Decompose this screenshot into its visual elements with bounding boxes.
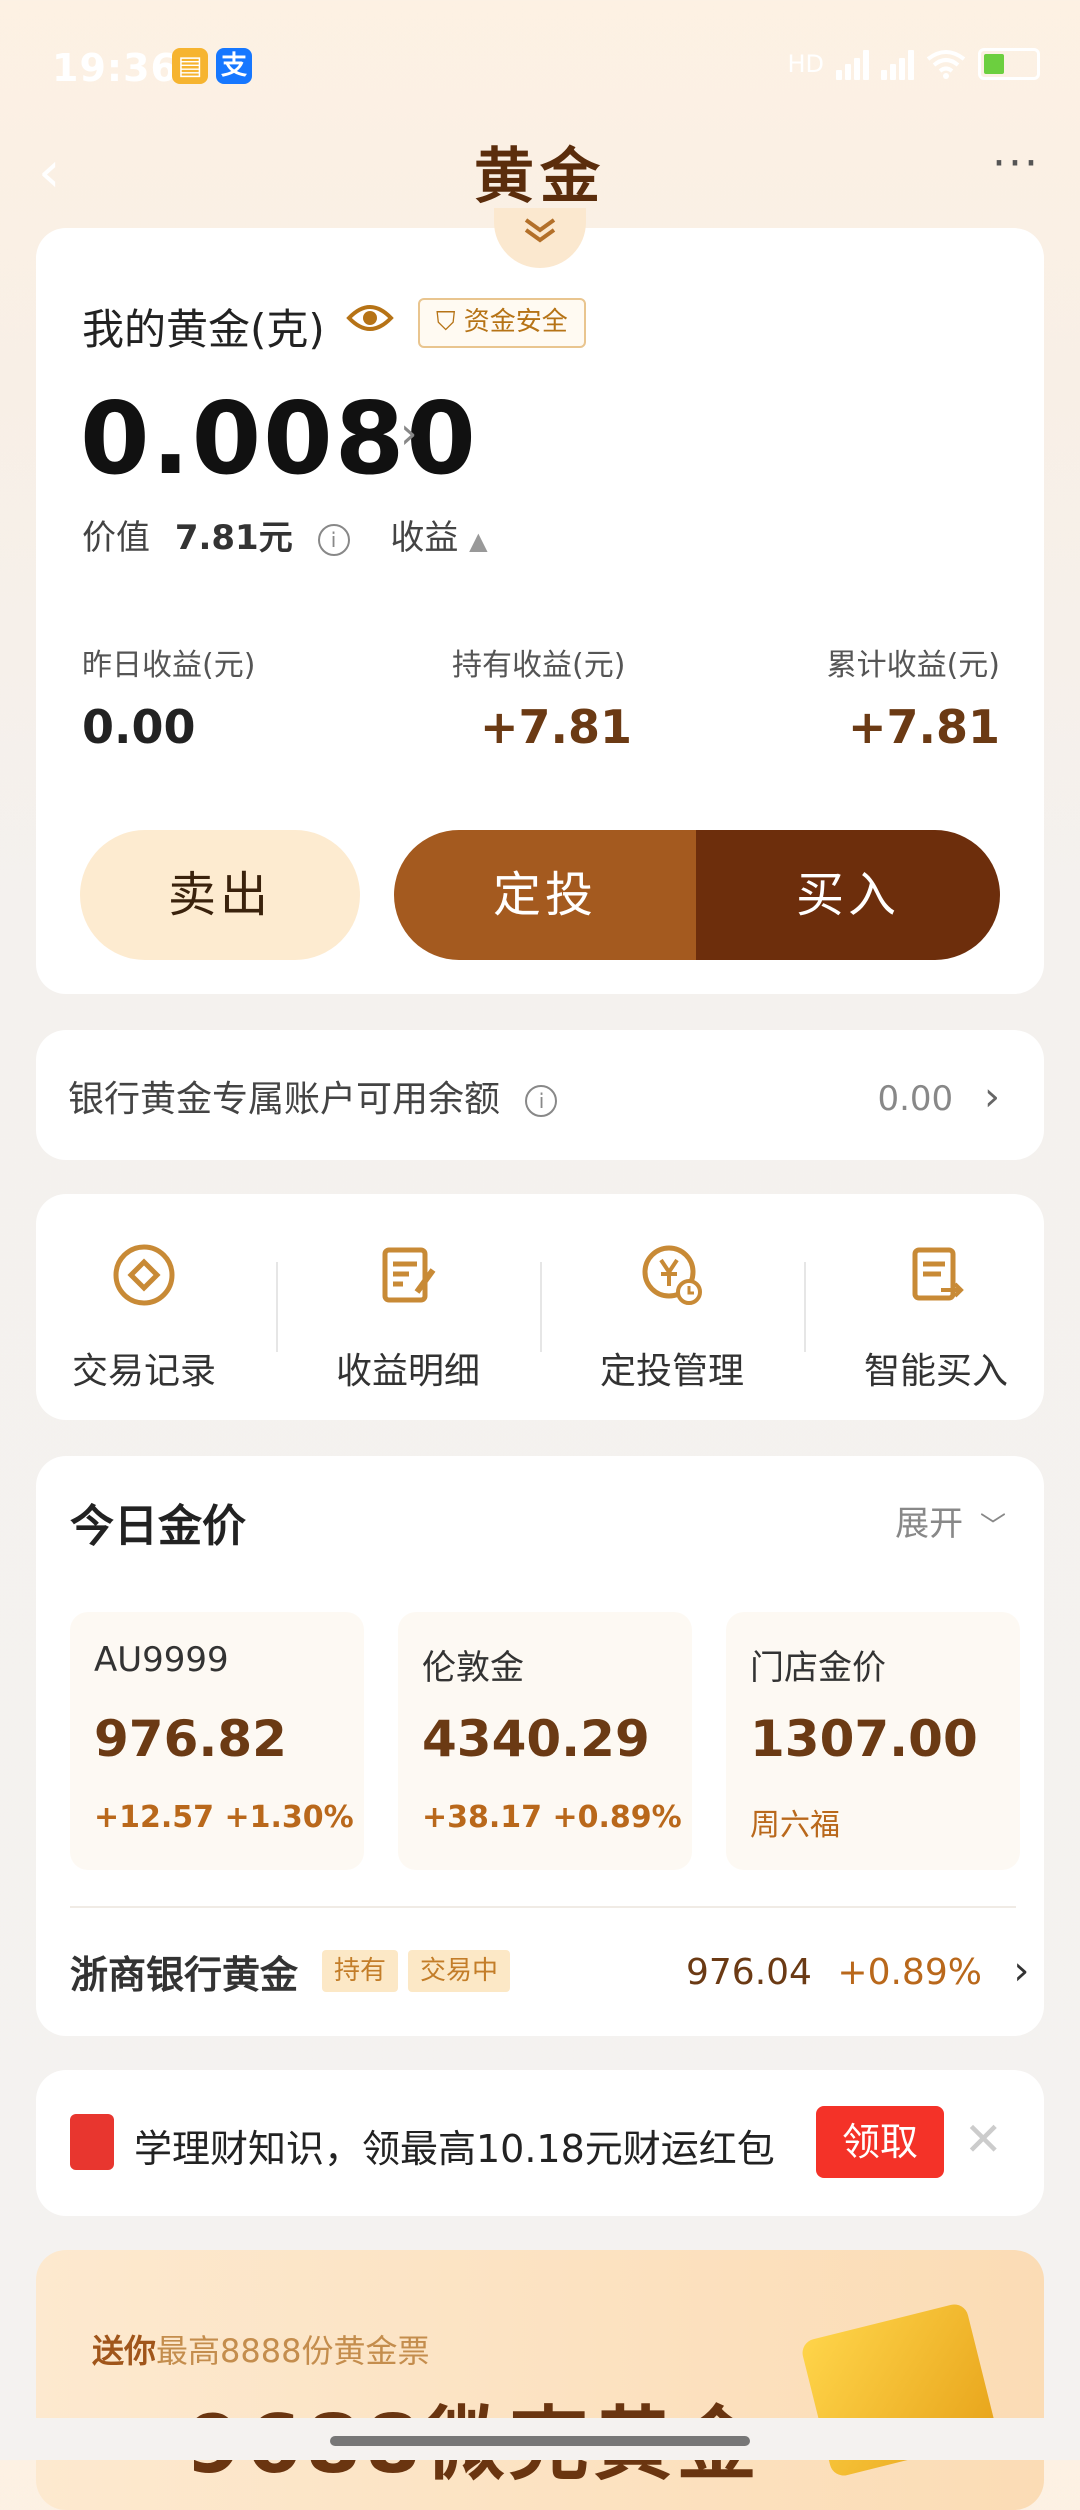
price-card-value: 976.82	[94, 1710, 287, 1768]
holding-profit-value: +7.81	[480, 700, 633, 754]
signal-icon	[836, 48, 869, 80]
value-amount: 7.81元	[174, 518, 293, 558]
product-price-row[interactable]: 976.04 +0.89% ›	[686, 1948, 1029, 1994]
quick-action-invest-management[interactable]: 定投管理	[572, 1240, 772, 1394]
chevron-right-icon: ›	[1013, 1948, 1030, 1994]
status-time: 19:36	[52, 46, 178, 90]
today-price-title: 今日金价	[70, 1501, 246, 1552]
gold-grams-value[interactable]: 0.0080	[80, 380, 478, 497]
shield-icon: ⛉	[436, 307, 456, 337]
holding-profit-label: 持有收益(元)	[452, 648, 626, 683]
more-menu-button[interactable]: ···	[992, 138, 1040, 189]
profit-toggle[interactable]: 收益 ▲	[390, 518, 487, 558]
price-card-store-gold[interactable]: 门店金价 1307.00 周六福	[726, 1612, 1020, 1870]
transaction-record-icon	[113, 1244, 175, 1306]
yesterday-profit-label: 昨日收益(元)	[82, 648, 256, 683]
caret-up-icon: ▲	[469, 527, 488, 555]
product-change-pct: +0.89%	[837, 1952, 982, 1993]
chevron-right-icon[interactable]: ›	[400, 408, 418, 459]
bank-balance-amount: 0.00	[877, 1079, 954, 1119]
profit-label: 收益	[390, 518, 459, 558]
notes-app-icon: ▤	[172, 48, 208, 84]
bank-balance-label: 银行黄金专属账户可用余额 i	[68, 1070, 558, 1122]
promo-text[interactable]: 学理财知识，领最高10.18元财运红包	[134, 2118, 775, 2173]
fund-safety-label: 资金安全	[463, 307, 568, 337]
page-title: 黄金	[474, 142, 606, 212]
divider	[540, 1262, 542, 1352]
quick-action-label: 收益明细	[335, 1351, 480, 1392]
buy-button[interactable]: 买入	[696, 830, 1000, 960]
alipay-app-icon: 支	[216, 48, 252, 84]
price-card-value: 1307.00	[750, 1710, 978, 1768]
fund-safety-badge[interactable]: ⛉ 资金安全	[418, 298, 586, 348]
info-icon[interactable]: i	[317, 523, 350, 556]
product-price: 976.04	[686, 1952, 812, 1993]
eye-icon	[346, 305, 394, 331]
total-profit-label: 累计收益(元)	[826, 648, 1000, 683]
chevron-double-down-icon	[524, 218, 556, 243]
claim-button[interactable]: 领取	[816, 2106, 944, 2178]
promo-banner[interactable]: 送你最高8888份黄金票 9688微克黄金	[36, 2250, 1044, 2510]
banner-prefix: 送你	[92, 2332, 157, 2370]
bank-balance-text: 银行黄金专属账户可用余额	[68, 1079, 501, 1120]
close-icon[interactable]: ✕	[964, 2112, 1003, 2166]
quick-action-label: 定投管理	[599, 1351, 744, 1392]
red-envelope-icon	[70, 2114, 114, 2170]
quick-action-label: 智能买入	[863, 1351, 1008, 1392]
value-row: 价值 7.81元 i 收益 ▲	[82, 510, 488, 559]
price-card-name: AU9999	[94, 1640, 229, 1680]
expand-button[interactable]: 展开 ﹀	[895, 1496, 1006, 1545]
expand-label: 展开	[895, 1504, 964, 1544]
chevron-right-icon: ›	[984, 1074, 1000, 1120]
chevron-down-icon: ﹀	[979, 1512, 1006, 1542]
profit-detail-icon	[382, 1247, 436, 1303]
fixed-invest-button[interactable]: 定投	[394, 830, 696, 960]
holding-tag: 持有	[322, 1950, 399, 1992]
info-icon[interactable]: i	[525, 1085, 558, 1117]
divider	[70, 1906, 1016, 1908]
smart-buy-icon	[912, 1247, 964, 1301]
quick-action-profit-detail[interactable]: 收益明细	[308, 1240, 508, 1394]
price-card-au9999[interactable]: AU9999 976.82 +12.57 +1.30%	[70, 1612, 364, 1870]
yesterday-profit-value: 0.00	[82, 700, 196, 754]
price-card-name: 伦敦金	[422, 1648, 524, 1688]
quick-action-smart-buy[interactable]: 智能买入	[836, 1240, 1036, 1394]
banner-subtitle: 送你最高8888份黄金票	[92, 2326, 429, 2372]
price-card-store-name: 周六福	[750, 1808, 840, 1843]
divider	[276, 1262, 278, 1352]
network-label: HD	[787, 50, 824, 78]
bank-balance-value[interactable]: 0.00 ›	[877, 1074, 1000, 1120]
sell-button[interactable]: 卖出	[80, 830, 360, 960]
visibility-toggle[interactable]	[346, 300, 394, 346]
investment-management-icon	[642, 1245, 702, 1305]
invest-buy-group: 定投 买入	[394, 830, 1000, 960]
quick-action-label: 交易记录	[71, 1351, 216, 1392]
total-profit-value: +7.81	[847, 700, 1000, 754]
price-card-change: +12.57 +1.30%	[94, 1800, 354, 1835]
status-icons: HD	[787, 44, 1040, 84]
home-indicator[interactable]	[330, 2436, 750, 2446]
divider	[804, 1262, 806, 1352]
battery-icon	[978, 48, 1040, 80]
wifi-icon	[926, 50, 966, 79]
product-name[interactable]: 浙商银行黄金	[70, 1944, 298, 1999]
price-card-change: +38.17 +0.89%	[422, 1800, 682, 1835]
price-card-value: 4340.29	[422, 1710, 650, 1768]
signal-icon-2	[881, 48, 914, 80]
trading-tag: 交易中	[408, 1950, 511, 1992]
price-card-london-gold[interactable]: 伦敦金 4340.29 +38.17 +0.89%	[398, 1612, 692, 1870]
my-gold-label: 我的黄金(克)	[82, 305, 325, 354]
quick-action-transactions[interactable]: 交易记录	[44, 1240, 244, 1394]
value-label: 价值	[82, 518, 150, 558]
banner-sub-text: 最高8888份黄金票	[156, 2332, 430, 2370]
price-card-name: 门店金价	[750, 1648, 886, 1688]
